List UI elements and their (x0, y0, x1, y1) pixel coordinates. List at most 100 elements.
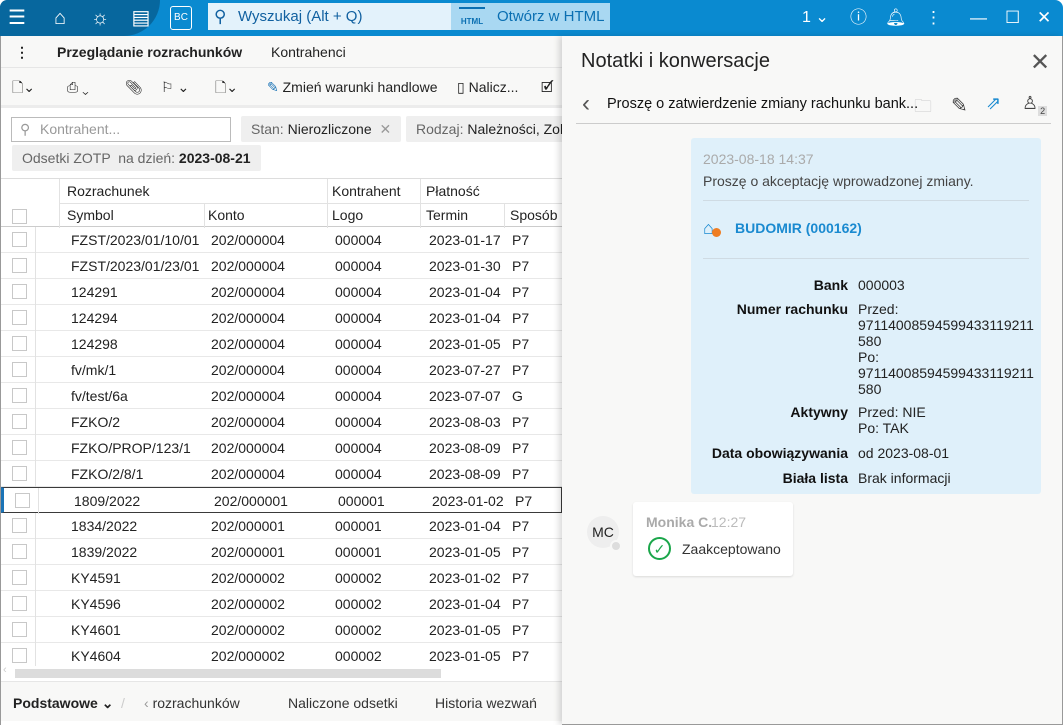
contractor-link[interactable]: BUDOMIR (000162) (735, 220, 862, 236)
document-settings-icon[interactable]: 🗋⌄ (215, 76, 238, 98)
toolbar: 🗋⌄ ⎙ ⌄ 📎︎ ⚐ ⌄ 🗋⌄ ✎ Zmień warunki handlow… (1, 68, 562, 108)
attachment-icon[interactable]: 📎︎ (125, 76, 143, 98)
back-chevron-icon[interactable]: ‹ (582, 90, 590, 118)
participants-icon[interactable]: ♙ 2 (1022, 93, 1048, 116)
table-row[interactable]: FZST/2023/01/23/01 202/000004 000004 2023-0… (1, 253, 562, 279)
table-row[interactable]: 1809/2022 202/000001 000001 2023-01-02 P7 (1, 487, 562, 514)
kontrahent-search-input[interactable]: ⚲ Kontrahent... (11, 117, 231, 142)
cell-termin: 2023-01-02 (432, 493, 504, 509)
table-row[interactable]: 124294 202/000004 000004 2023-01-04 P7 (1, 305, 562, 331)
table-row[interactable]: FZKO/2 202/000004 000004 2023-08-03 P7 (1, 409, 562, 435)
table-row[interactable]: fv/test/6a 202/000004 000004 2023-07-07 G (1, 383, 562, 409)
close-window-icon[interactable]: ✕ (1037, 6, 1051, 30)
calculate-button[interactable]: ▯ Nalicz... (457, 76, 518, 98)
odsetki-filter-chip[interactable]: Odsetki ZOTP na dzień: 2023-08-21 (12, 145, 261, 171)
row-checkbox[interactable] (12, 310, 27, 325)
scrollbar-thumb[interactable] (15, 669, 441, 678)
print-icon[interactable]: ⎙ ⌄ (67, 76, 89, 98)
row-checkbox[interactable] (15, 493, 30, 508)
rodzaj-filter-chip[interactable]: Rodzaj: Należności, Zob (406, 116, 566, 142)
cell-sposob: P7 (512, 336, 530, 352)
share-icon[interactable]: ⇗ (986, 93, 1001, 114)
hamburger-menu-icon[interactable]: ☰ (4, 6, 30, 30)
table-row[interactable]: KY4591 202/000002 000002 2023-01-02 P7 (1, 565, 562, 591)
flag-icon[interactable]: ⚐ ⌄ (161, 76, 189, 98)
row-checkbox[interactable] (12, 232, 27, 247)
cell-symbol: 1839/2022 (71, 544, 138, 560)
table-row[interactable]: 124291 202/000004 000004 2023-01-04 P7 (1, 279, 562, 305)
tab-przegladanie[interactable]: Przeglądanie rozrachunków (52, 44, 251, 71)
row-checkbox[interactable] (12, 284, 27, 299)
table-row[interactable]: 124298 202/000004 000004 2023-01-05 P7 (1, 331, 562, 357)
stan-filter-chip[interactable]: Stan: Nierozliczone ✕ (241, 116, 402, 142)
company-selector[interactable]: 1 ⌄ (802, 6, 829, 30)
row-checkbox[interactable] (12, 388, 27, 403)
field-key: Numer rachunku (736, 301, 848, 317)
row-checkbox[interactable] (12, 466, 27, 481)
divider (38, 488, 39, 514)
divider (35, 227, 36, 253)
close-panel-icon[interactable]: ✕ (1030, 48, 1050, 77)
row-checkbox[interactable] (12, 440, 27, 455)
open-in-html-button[interactable]: HTML Otwórz w HTML (451, 3, 610, 30)
table-row[interactable]: KY4596 202/000002 000002 2023-01-04 P7 (1, 591, 562, 617)
horizontal-scrollbar[interactable]: ‹ (1, 664, 561, 680)
column-konto[interactable]: Konto (208, 207, 245, 223)
column-sposob[interactable]: Sposób (510, 207, 557, 223)
maximize-icon[interactable]: ☐ (1005, 6, 1020, 30)
reply-author: Monika C. (646, 514, 713, 530)
bell-icon[interactable]: 🔔︎ (885, 6, 907, 30)
cell-termin: 2023-01-17 (429, 232, 501, 248)
select-all-checkbox[interactable] (12, 209, 27, 224)
approve-document-icon[interactable]: 🗹 (541, 76, 554, 98)
cell-logo: 000002 (335, 648, 382, 664)
tab-naliczone-odsetki[interactable]: Naliczone odsetki (288, 695, 398, 711)
row-checkbox[interactable] (12, 596, 27, 611)
cell-termin: 2023-01-05 (429, 544, 501, 560)
cell-sposob: P7 (512, 570, 530, 586)
document-info-icon[interactable]: 🗋⌄ (12, 76, 35, 98)
column-symbol[interactable]: Symbol (67, 207, 114, 223)
search-icon: ⚲ (20, 121, 31, 137)
lightbulb-icon[interactable]: ☼ (87, 6, 113, 30)
back-tab[interactable]: ‹ rozrachunków (144, 695, 240, 711)
row-checkbox[interactable] (12, 414, 27, 429)
bc-icon[interactable]: BC (170, 6, 192, 30)
field-key: Biała lista (782, 470, 848, 486)
kontrahent-placeholder: Kontrahent... (40, 121, 121, 137)
cell-sposob: P7 (512, 440, 530, 456)
minimize-icon[interactable]: — (970, 6, 987, 30)
row-checkbox[interactable] (12, 336, 27, 351)
home-icon[interactable]: ⌂ (47, 6, 73, 30)
global-search-input[interactable]: ⚲ Wyszukaj (Alt + Q) (208, 3, 451, 30)
table-row[interactable]: KY4601 202/000002 000002 2023-01-05 P7 (1, 617, 562, 643)
row-checkbox[interactable] (12, 544, 27, 559)
table-row[interactable]: FZKO/PROP/123/1 202/000004 000004 2023-08-0… (1, 435, 562, 461)
more-icon[interactable]: ⋮ (925, 6, 942, 30)
tabs-menu-icon[interactable]: ⋮ (15, 44, 29, 61)
table-row[interactable]: FZST/2023/01/10/01 202/000004 000004 2023-0… (1, 227, 562, 253)
news-icon[interactable]: ▤ (128, 6, 154, 30)
grid-body: FZST/2023/01/10/01 202/000004 000004 2023-0… (1, 227, 562, 667)
table-row[interactable]: fv/mk/1 202/000004 000004 2023-07-27 P7 (1, 357, 562, 383)
table-row[interactable]: FZKO/2/8/1 202/000004 000004 2023-08-09 P7 (1, 461, 562, 487)
column-logo[interactable]: Logo (332, 207, 363, 223)
tab-historia-wezwan[interactable]: Historia wezwań (435, 695, 537, 711)
remove-filter-icon[interactable]: ✕ (380, 121, 392, 137)
table-row[interactable]: KY4604 202/000002 000002 2023-01-05 P7 (1, 643, 562, 667)
row-checkbox[interactable] (12, 362, 27, 377)
pencil-icon[interactable]: ✎ (951, 93, 968, 118)
preset-dropdown[interactable]: Podstawowe ⌄ (13, 695, 113, 712)
row-checkbox[interactable] (12, 258, 27, 273)
scroll-left-icon[interactable]: ‹ (3, 664, 7, 676)
table-row[interactable]: 1834/2022 202/000001 000001 2023-01-04 P7 (1, 513, 562, 539)
tab-kontrahenci[interactable]: Kontrahenci (271, 44, 346, 60)
row-checkbox[interactable] (12, 648, 27, 663)
change-terms-button[interactable]: ✎ Zmień warunki handlowe (267, 76, 437, 98)
table-row[interactable]: 1839/2022 202/000001 000001 2023-01-05 P7 (1, 539, 562, 565)
row-checkbox[interactable] (12, 622, 27, 637)
row-checkbox[interactable] (12, 570, 27, 585)
row-checkbox[interactable] (12, 518, 27, 533)
help-icon[interactable]: ⓘ (850, 6, 867, 30)
column-termin[interactable]: Termin (426, 207, 468, 223)
